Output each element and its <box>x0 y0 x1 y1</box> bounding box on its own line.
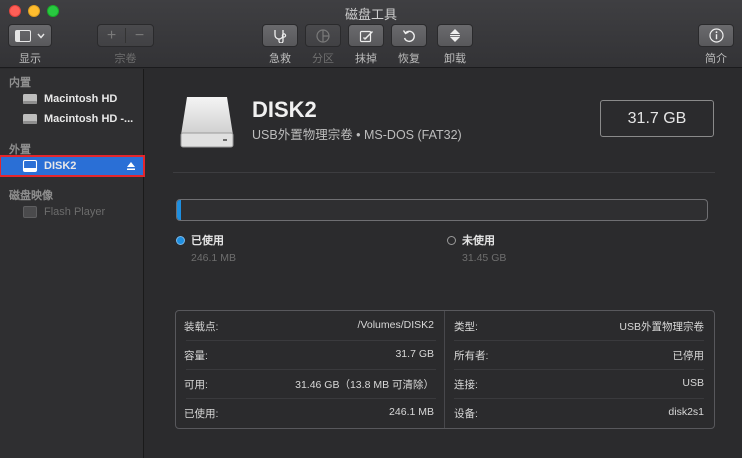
minus-icon: − <box>134 26 145 44</box>
legend-free: 未使用 <box>447 232 495 248</box>
restore-button[interactable] <box>391 24 427 47</box>
info-row-used: 已使用: 246.1 MB <box>184 406 434 420</box>
sidebar-section-images: 磁盘映像 <box>9 190 53 202</box>
restore-icon <box>402 29 416 43</box>
info-value: USB <box>682 377 704 389</box>
sidebar-icon <box>15 29 31 42</box>
info-row-separator <box>454 340 704 341</box>
volume-button-group[interactable]: + − <box>97 24 154 47</box>
toolbar: 磁盘工具 显示 + − 宗卷 急救 分区 抹掉 恢复 卸载 简介 <box>0 0 742 68</box>
info-key: 类型: <box>454 321 478 333</box>
info-row-device: 设备: disk2s1 <box>454 406 704 420</box>
info-row-available: 可用: 31.46 GB（13.8 MB 可清除） <box>184 377 434 391</box>
info-key: 装载点: <box>184 321 219 333</box>
info-icon <box>708 28 724 43</box>
info-row-separator <box>454 398 704 399</box>
info-row-separator <box>186 340 436 341</box>
unmount-icon <box>448 28 462 43</box>
disk-subtitle: USB外置物理宗卷 • MS-DOS (FAT32) <box>252 128 462 142</box>
chevron-down-icon <box>37 33 45 39</box>
sidebar-item-disk2[interactable]: DISK2 <box>0 155 145 177</box>
view-button[interactable] <box>8 24 52 47</box>
volume-label: 宗卷 <box>114 53 137 65</box>
legend-used-value: 246.1 MB <box>191 252 236 264</box>
info-value: 31.7 GB <box>395 348 434 360</box>
internal-disk-icon <box>23 94 37 104</box>
info-row-separator <box>186 398 436 399</box>
info-table-divider <box>444 311 445 428</box>
info-label: 简介 <box>705 53 727 65</box>
sidebar-item-label: DISK2 <box>44 160 77 172</box>
sidebar-item-label: Macintosh HD <box>44 93 118 105</box>
info-row-mount-point: 装载点: /Volumes/DISK2 <box>184 319 434 333</box>
info-value: USB外置物理宗卷 <box>619 321 704 333</box>
partition-label: 分区 <box>312 53 334 65</box>
info-value: 31.46 GB（13.8 MB 可清除） <box>295 379 434 391</box>
unmount-label: 卸载 <box>444 53 466 65</box>
sidebar: 内置 Macintosh HD Macintosh HD -... 外置 DIS… <box>0 69 145 458</box>
plus-icon: + <box>106 26 117 44</box>
info-key: 所有者: <box>454 350 489 362</box>
divider <box>173 172 715 173</box>
partition-icon <box>316 28 330 43</box>
info-row-separator <box>186 369 436 370</box>
info-value: disk2s1 <box>668 406 704 418</box>
info-row-connection: 连接: USB <box>454 377 704 391</box>
info-key: 已使用: <box>184 408 219 420</box>
legend-used: 已使用 <box>176 232 224 248</box>
legend-free-value: 31.45 GB <box>462 252 507 264</box>
view-label: 显示 <box>19 53 41 65</box>
external-drive-icon <box>179 95 235 152</box>
free-dot-icon <box>447 235 456 245</box>
info-key: 设备: <box>454 408 478 420</box>
sidebar-section-internal: 内置 <box>9 77 31 89</box>
info-row-separator <box>454 369 704 370</box>
erase-label: 抹掉 <box>355 53 377 65</box>
legend-used-label: 已使用 <box>191 235 224 247</box>
sidebar-item-label: Macintosh HD -... <box>44 113 134 125</box>
stethoscope-icon <box>272 29 288 43</box>
eject-icon[interactable] <box>126 161 136 174</box>
internal-disk-icon <box>23 114 37 124</box>
info-button[interactable] <box>698 24 734 47</box>
capacity-badge: 31.7 GB <box>600 100 714 137</box>
info-row-type: 类型: USB外置物理宗卷 <box>454 319 704 333</box>
sidebar-section-external: 外置 <box>9 144 31 156</box>
disk-image-icon <box>23 206 37 218</box>
first-aid-button[interactable] <box>262 24 298 47</box>
sidebar-item-macintosh-hd[interactable]: Macintosh HD <box>0 89 144 109</box>
window-title: 磁盘工具 <box>344 7 397 22</box>
info-key: 连接: <box>454 379 478 391</box>
info-value: 246.1 MB <box>389 406 434 418</box>
info-table: 装载点: /Volumes/DISK2 容量: 31.7 GB 可用: 31.4… <box>175 310 715 429</box>
info-value: /Volumes/DISK2 <box>357 319 434 331</box>
info-value: 已停用 <box>672 350 705 362</box>
info-key: 可用: <box>184 379 208 391</box>
first-aid-label: 急救 <box>269 53 291 65</box>
external-disk-icon <box>22 159 38 173</box>
restore-label: 恢复 <box>398 53 420 65</box>
info-key: 容量: <box>184 350 208 362</box>
erase-icon <box>359 29 374 43</box>
sidebar-item-flash-player[interactable]: Flash Player <box>0 202 144 222</box>
usage-bar-used-fill <box>177 200 182 220</box>
used-dot-icon <box>176 235 185 245</box>
disk-title: DISK2 <box>252 97 317 122</box>
erase-button[interactable] <box>348 24 384 47</box>
usage-bar <box>176 199 708 221</box>
legend-free-label: 未使用 <box>462 235 495 247</box>
main-panel: DISK2 USB外置物理宗卷 • MS-DOS (FAT32) 31.7 GB… <box>145 69 742 458</box>
info-row-owners: 所有者: 已停用 <box>454 348 704 362</box>
info-row-capacity: 容量: 31.7 GB <box>184 348 434 362</box>
unmount-button[interactable] <box>437 24 473 47</box>
sidebar-item-macintosh-hd-data[interactable]: Macintosh HD -... <box>0 109 144 129</box>
sidebar-item-label: Flash Player <box>44 206 106 218</box>
partition-button[interactable] <box>305 24 341 47</box>
